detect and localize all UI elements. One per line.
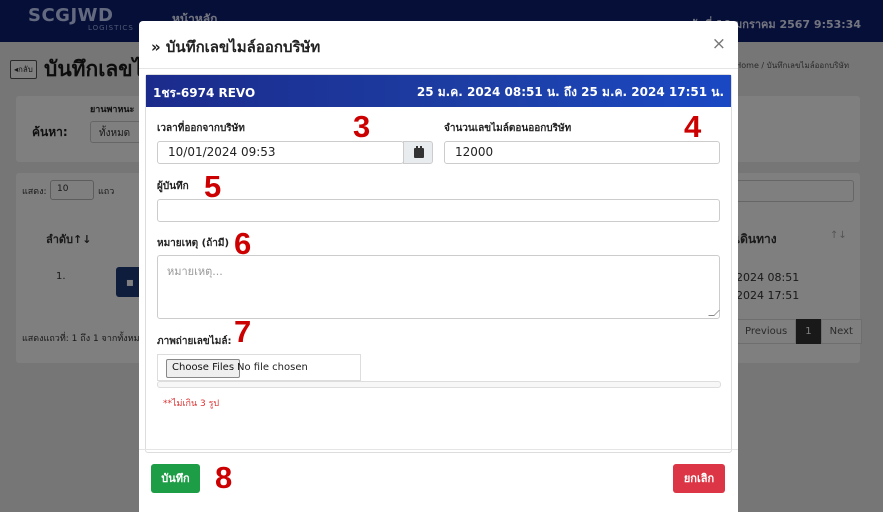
choose-files-button[interactable]: Choose Files [166, 359, 241, 378]
calendar-icon [414, 146, 424, 158]
recorder-input[interactable] [157, 199, 720, 222]
depart-time-input[interactable]: 10/01/2024 09:53 [157, 141, 404, 164]
trip-vehicle: 1ชร-6974 REVO [153, 86, 256, 100]
annotation-7: 7 [234, 314, 252, 349]
calendar-button[interactable] [403, 141, 433, 164]
resize-grip[interactable] [708, 310, 720, 316]
file-input[interactable]: Choose Files No file chosen [157, 354, 361, 381]
form-card: 1ชร-6974 REVO 25 ม.ค. 2024 08:51 น. ถึง … [145, 74, 732, 453]
mileage-label: จำนวนเลขไมล์ตอนออกบริษัท [444, 123, 572, 134]
depart-time-label: เวลาที่ออกจากบริษัท [157, 123, 245, 134]
annotation-3: 3 [353, 109, 371, 144]
trip-date-range: 25 ม.ค. 2024 08:51 น. ถึง 25 ม.ค. 2024 1… [416, 85, 724, 99]
file-preview-area [157, 381, 721, 388]
photo-label: ภาพถ่ายเลขไมล์: [157, 336, 232, 347]
cancel-button[interactable]: ยกเลิก [673, 464, 725, 493]
close-icon[interactable]: × [712, 34, 726, 54]
annotation-4: 4 [684, 109, 702, 144]
remark-textarea[interactable]: หมายเหตุ... [157, 255, 720, 319]
mileage-modal: » บันทึกเลขไมล์ออกบริษัท × 1ชร-6974 REVO… [139, 21, 738, 512]
save-button[interactable]: บันทึก [151, 464, 200, 493]
modal-footer-divider [139, 449, 738, 450]
annotation-6: 6 [234, 226, 252, 261]
remark-label: หมายเหตุ (ถ้ามี) [157, 238, 230, 249]
modal-title: » บันทึกเลขไมล์ออกบริษัท [151, 38, 321, 56]
modal-header: » บันทึกเลขไมล์ออกบริษัท × [139, 21, 738, 69]
file-limit-note: **ไม่เกิน 3 รูป [163, 399, 220, 409]
mileage-input[interactable]: 12000 [444, 141, 720, 164]
annotation-8: 8 [215, 460, 233, 495]
file-status: No file chosen [237, 362, 308, 373]
trip-info-bar: 1ชร-6974 REVO 25 ม.ค. 2024 08:51 น. ถึง … [146, 75, 731, 107]
recorder-label: ผู้บันทึก [157, 181, 189, 192]
remark-placeholder: หมายเหตุ... [167, 265, 223, 278]
annotation-5: 5 [204, 169, 222, 204]
